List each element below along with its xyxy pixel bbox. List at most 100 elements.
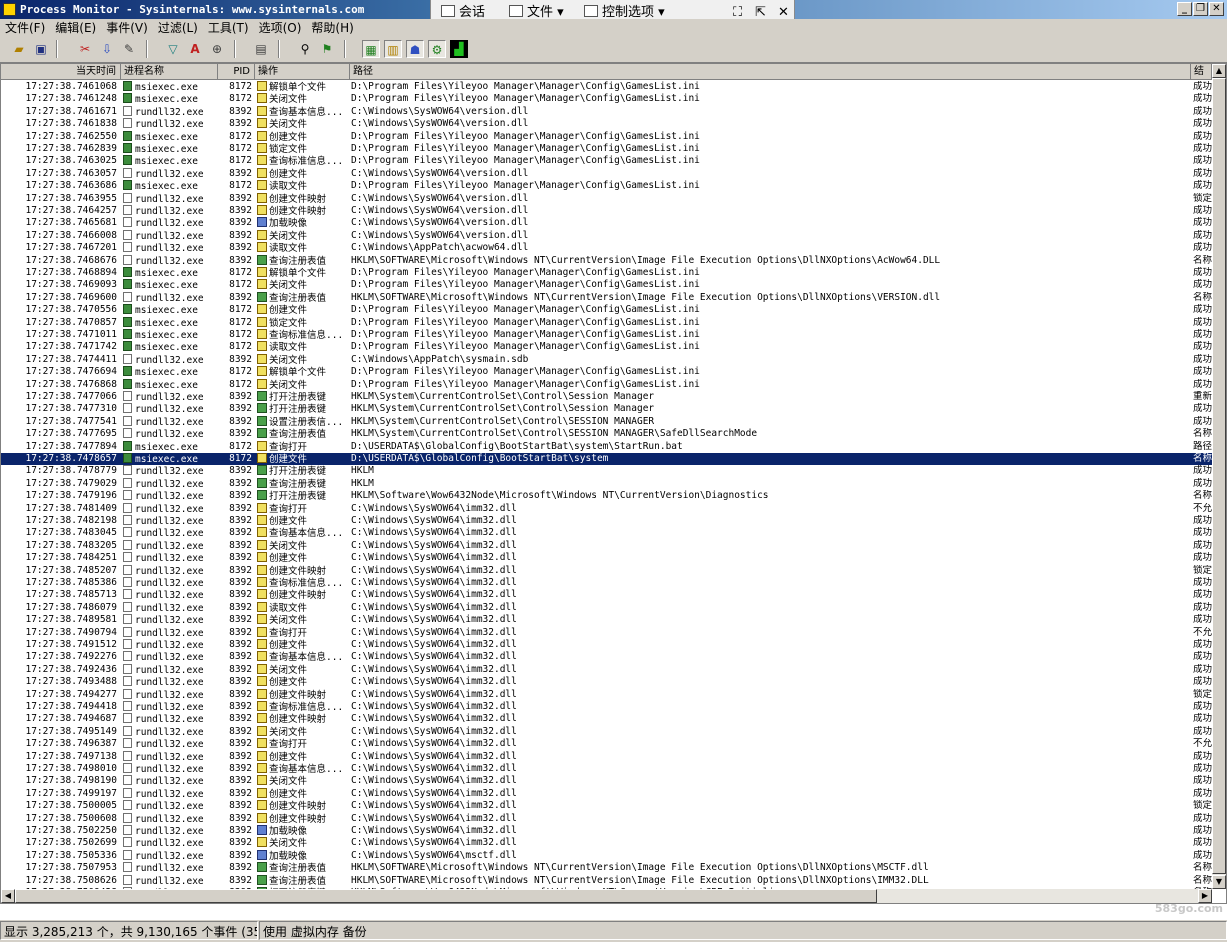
scroll-up-icon[interactable]: ▲ bbox=[1212, 64, 1226, 78]
process-tree-icon[interactable]: ▤ bbox=[252, 40, 270, 58]
table-row[interactable]: 17:27:38.7494277 rundll32.exe 8392 创建文件映射 C:… bbox=[1, 688, 1212, 701]
scroll-right-icon[interactable]: ▶ bbox=[1198, 889, 1212, 903]
table-row[interactable]: 17:27:38.7495149 rundll32.exe 8392 关闭文件 C:\W… bbox=[1, 725, 1212, 738]
table-row[interactable]: 17:27:38.7494418 rundll32.exe 8392 查询标准信息..… bbox=[1, 701, 1212, 713]
table-row[interactable]: 17:27:38.7500608 rundll32.exe 8392 创建文件映射 C:… bbox=[1, 812, 1212, 825]
table-row[interactable]: 17:27:38.7477310 rundll32.exe 8392 打开注册表键 HK… bbox=[1, 403, 1212, 415]
table-row[interactable]: 17:27:38.7462550 msiexec.exe 8172 创建文件 D:\Pr… bbox=[1, 130, 1212, 143]
capture-icon[interactable]: ✂ bbox=[76, 40, 94, 58]
scroll-left-icon[interactable]: ◀ bbox=[1, 889, 15, 903]
table-row[interactable]: 17:27:38.7482198 rundll32.exe 8392 创建文件 C:\W… bbox=[1, 515, 1212, 527]
column-header-pid[interactable]: PID bbox=[218, 64, 255, 80]
menu-file[interactable]: 文件(F) bbox=[0, 19, 50, 37]
table-row[interactable]: 17:27:38.7477894 msiexec.exe 8172 查询打开 D:\US… bbox=[1, 440, 1212, 453]
column-header-process[interactable]: 进程名称 bbox=[121, 64, 218, 80]
autoscroll-icon[interactable]: ⇩ bbox=[98, 40, 116, 58]
table-row[interactable]: 17:27:38.7462839 msiexec.exe 8172 锁定文件 D:\Pr… bbox=[1, 143, 1212, 155]
menu-filter[interactable]: 过滤(L) bbox=[153, 19, 203, 37]
table-row[interactable]: 17:27:38.7479029 rundll32.exe 8392 查询注册表键 HK… bbox=[1, 477, 1212, 490]
scroll-down-icon[interactable]: ▼ bbox=[1212, 875, 1226, 889]
save-icon[interactable]: ▣ bbox=[32, 40, 50, 58]
table-row[interactable]: 17:27:38.7478657 msiexec.exe 8172 创建文件 D:\US… bbox=[1, 453, 1212, 466]
close-button[interactable]: ✕ bbox=[1209, 2, 1224, 16]
table-row[interactable]: 17:27:38.7471011 msiexec.exe 8172 查询标准信息...… bbox=[1, 329, 1212, 341]
find-icon[interactable]: ⚲ bbox=[296, 40, 314, 58]
table-row[interactable]: 17:27:38.7489581 rundll32.exe 8392 关闭文件 C:\W… bbox=[1, 614, 1212, 626]
minimize-button[interactable]: _ bbox=[1177, 2, 1192, 16]
horizontal-scroll-thumb[interactable] bbox=[15, 889, 877, 903]
table-row[interactable]: 17:27:38.7483205 rundll32.exe 8392 关闭文件 C:\W… bbox=[1, 539, 1212, 552]
column-header-operation[interactable]: 操作 bbox=[255, 64, 350, 80]
table-row[interactable]: 17:27:38.7507953 rundll32.exe 8392 查询注册表值 HK… bbox=[1, 862, 1212, 874]
table-row[interactable]: 17:27:38.7492276 rundll32.exe 8392 查询基本信息..… bbox=[1, 651, 1212, 663]
open-icon[interactable]: ▰ bbox=[10, 40, 28, 58]
table-row[interactable]: 17:27:38.7476694 msiexec.exe 8172 解锁单个文件 D:\… bbox=[1, 366, 1212, 378]
table-row[interactable]: 17:27:38.7493488 rundll32.exe 8392 创建文件 C:\W… bbox=[1, 676, 1212, 688]
table-row[interactable]: 17:27:38.7478779 rundll32.exe 8392 打开注册表键 HK… bbox=[1, 465, 1212, 477]
table-row[interactable]: 17:27:38.7463025 msiexec.exe 8172 查询标准信息...… bbox=[1, 155, 1212, 167]
table-row[interactable]: 17:27:38.7485207 rundll32.exe 8392 创建文件映射 C:… bbox=[1, 564, 1212, 577]
table-row[interactable]: 17:27:38.7492436 rundll32.exe 8392 关闭文件 C:\W… bbox=[1, 663, 1212, 676]
table-row[interactable]: 17:27:38.7498190 rundll32.exe 8392 关闭文件 C:\W… bbox=[1, 775, 1212, 787]
table-row[interactable]: 17:27:38.7476868 msiexec.exe 8172 关闭文件 D:\Pr… bbox=[1, 378, 1212, 391]
menu-edit[interactable]: 编辑(E) bbox=[50, 19, 101, 37]
table-row[interactable]: 17:27:38.7498010 rundll32.exe 8392 查询基本信息..… bbox=[1, 763, 1212, 775]
highlight-icon[interactable]: A bbox=[186, 40, 204, 58]
table-row[interactable]: 17:27:38.7486079 rundll32.exe 8392 读取文件 C:\W… bbox=[1, 601, 1212, 614]
file-activity-icon[interactable]: ▥ bbox=[384, 40, 402, 58]
table-row[interactable]: 17:27:38.7477695 rundll32.exe 8392 查询注册表值 HK… bbox=[1, 428, 1212, 440]
menu-tools[interactable]: 工具(T) bbox=[203, 19, 254, 37]
table-row[interactable]: 17:27:38.7465681 rundll32.exe 8392 加载映像 C:\W… bbox=[1, 217, 1212, 229]
network-activity-icon[interactable]: ☗ bbox=[406, 40, 424, 58]
table-row[interactable]: 17:27:38.7502699 rundll32.exe 8392 关闭文件 C:\W… bbox=[1, 837, 1212, 849]
table-row[interactable]: 17:27:38.7466008 rundll32.exe 8392 关闭文件 C:\W… bbox=[1, 229, 1212, 242]
table-row[interactable]: 17:27:38.7461671 rundll32.exe 8392 查询基本信息..… bbox=[1, 105, 1212, 118]
table-row[interactable]: 17:27:38.7469093 msiexec.exe 8172 关闭文件 D:\Pr… bbox=[1, 279, 1212, 291]
table-row[interactable]: 17:27:38.7461838 rundll32.exe 8392 关闭文件 C:\W… bbox=[1, 118, 1212, 130]
clear-icon[interactable]: ✎ bbox=[120, 40, 138, 58]
table-row[interactable]: 17:27:38.7499197 rundll32.exe 8392 创建文件 C:\W… bbox=[1, 787, 1212, 800]
menu-event[interactable]: 事件(V) bbox=[101, 19, 153, 37]
table-row[interactable]: 17:27:38.7497138 rundll32.exe 8392 创建文件 C:\W… bbox=[1, 750, 1212, 763]
table-row[interactable]: 17:27:38.7491512 rundll32.exe 8392 创建文件 C:\W… bbox=[1, 639, 1212, 651]
table-row[interactable]: 17:27:38.7479196 rundll32.exe 8392 打开注册表键 HK… bbox=[1, 490, 1212, 502]
table-row[interactable]: 17:27:38.7463057 rundll32.exe 8392 创建文件 C:\W… bbox=[1, 167, 1212, 180]
table-row[interactable]: 17:27:38.7500005 rundll32.exe 8392 创建文件映射 C:… bbox=[1, 800, 1212, 812]
target-icon[interactable]: ⊕ bbox=[208, 40, 226, 58]
table-row[interactable]: 17:27:38.7508626 rundll32.exe 8392 查询注册表值 HK… bbox=[1, 874, 1212, 887]
table-row[interactable]: 17:27:38.7470857 msiexec.exe 8172 锁定文件 D:\Pr… bbox=[1, 316, 1212, 329]
table-row[interactable]: 17:27:38.7496387 rundll32.exe 8392 查询打开 C:\W… bbox=[1, 738, 1212, 750]
table-row[interactable]: 17:27:38.7469600 rundll32.exe 8392 查询注册表值 HK… bbox=[1, 291, 1212, 304]
filter-icon[interactable]: ▽ bbox=[164, 40, 182, 58]
table-row[interactable]: 17:27:38.7464257 rundll32.exe 8392 创建文件映射 C:… bbox=[1, 205, 1212, 217]
table-row[interactable]: 17:27:38.7474411 rundll32.exe 8392 关闭文件 C:\W… bbox=[1, 353, 1212, 366]
column-header-time[interactable]: 当天时间 bbox=[1, 64, 121, 80]
table-row[interactable]: 17:27:38.7463955 rundll32.exe 8392 创建文件映射 C:… bbox=[1, 192, 1212, 205]
jump-icon[interactable]: ⚑ bbox=[318, 40, 336, 58]
table-row[interactable]: 17:27:38.7468894 msiexec.exe 8172 解锁单个文件 D:\… bbox=[1, 267, 1212, 279]
restore-button[interactable]: ❐ bbox=[1193, 2, 1208, 16]
column-header-path[interactable]: 路径 bbox=[350, 64, 1191, 80]
menu-options[interactable]: 选项(O) bbox=[254, 19, 307, 37]
table-row[interactable]: 17:27:38.7483045 rundll32.exe 8392 查询基本信息..… bbox=[1, 527, 1212, 539]
table-row[interactable]: 17:27:38.7490794 rundll32.exe 8392 查询打开 C:\W… bbox=[1, 626, 1212, 639]
column-header-result[interactable]: 结 bbox=[1191, 64, 1212, 80]
table-row[interactable]: 17:27:38.7471742 msiexec.exe 8172 读取文件 D:\Pr… bbox=[1, 341, 1212, 353]
table-row[interactable]: 17:27:38.7484251 rundll32.exe 8392 创建文件 C:\W… bbox=[1, 552, 1212, 564]
table-row[interactable]: 17:27:38.7467201 rundll32.exe 8392 读取文件 C:\W… bbox=[1, 242, 1212, 254]
menu-help[interactable]: 帮助(H) bbox=[306, 19, 358, 37]
table-row[interactable]: 17:27:38.7461248 msiexec.exe 8172 关闭文件 D:\Pr… bbox=[1, 93, 1212, 105]
table-row[interactable]: 17:27:38.7485386 rundll32.exe 8392 查询标准信息..… bbox=[1, 577, 1212, 589]
table-row[interactable]: 17:27:38.7481409 rundll32.exe 8392 查询打开 C:\W… bbox=[1, 502, 1212, 515]
table-row[interactable]: 17:27:38.7461068 msiexec.exe 8172 解锁单个文件 D:\… bbox=[1, 81, 1212, 93]
profiling-icon[interactable]: ▟ bbox=[450, 40, 468, 58]
table-row[interactable]: 17:27:38.7505336 rundll32.exe 8392 加载映像 C:\W… bbox=[1, 849, 1212, 862]
event-grid[interactable]: 当天时间 进程名称 PID 操作 路径 结 17:27:38.7461068 ms… bbox=[0, 63, 1227, 904]
process-activity-icon[interactable]: ⚙ bbox=[428, 40, 446, 58]
vertical-scroll-thumb[interactable] bbox=[1212, 78, 1226, 874]
table-row[interactable]: 17:27:38.7485713 rundll32.exe 8392 创建文件映射 C:… bbox=[1, 589, 1212, 601]
table-row[interactable]: 17:27:38.7477541 rundll32.exe 8392 设置注册表信..… bbox=[1, 415, 1212, 428]
table-row[interactable]: 17:27:38.7502250 rundll32.exe 8392 加载映像 C:\W… bbox=[1, 825, 1212, 837]
table-row[interactable]: 17:27:38.7477066 rundll32.exe 8392 打开注册表键 HK… bbox=[1, 391, 1212, 403]
horizontal-scrollbar[interactable]: ◀ ▶ bbox=[1, 889, 1212, 903]
